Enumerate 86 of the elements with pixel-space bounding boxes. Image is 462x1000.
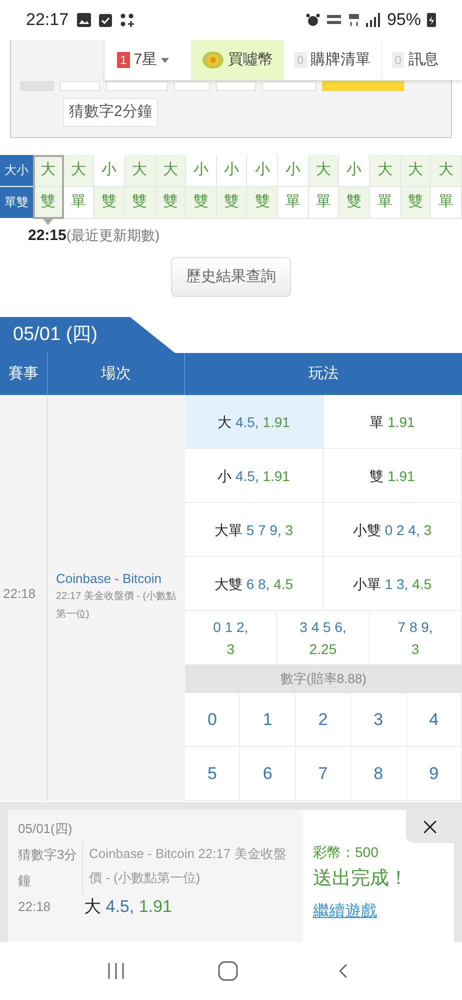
bet-option[interactable]: 雙 1.91 — [324, 449, 462, 503]
latest-time: 22:15 — [28, 226, 66, 246]
result-cell: 小 — [186, 154, 217, 186]
battery-percent: 95% — [386, 9, 421, 32]
result-column[interactable]: 大 單 — [64, 154, 94, 218]
bet-option[interactable]: 大雙 6 8, 4.5 — [185, 557, 324, 611]
digit-option[interactable]: 6 — [240, 747, 296, 801]
bet-option[interactable]: 小 4.5, 1.91 — [185, 449, 324, 503]
result-column[interactable]: 小 雙 — [339, 154, 370, 218]
digit-option[interactable]: 9 — [406, 747, 462, 801]
stake-text: 彩幣：500 — [313, 843, 380, 862]
bet-option[interactable]: 3 4 5 6, 2.25 — [277, 611, 370, 665]
digit-option[interactable]: 7 — [296, 747, 352, 801]
result-cell: 雙 — [400, 186, 432, 218]
latest-note: (最近更新期數) — [66, 226, 160, 245]
result-cell: 單 — [64, 186, 94, 218]
digits-header: 數字(賠率8.88) — [185, 665, 462, 693]
result-cell: 大 — [124, 154, 156, 186]
result-cell: 大 — [308, 154, 340, 186]
result-cell: 小 — [94, 154, 125, 186]
status-time: 22:17 — [26, 9, 69, 32]
nav-item[interactable]: 買噓幣 — [191, 40, 284, 80]
result-column[interactable]: 小 雙 — [247, 154, 278, 218]
result-cell: 小 — [216, 154, 248, 186]
result-cell: 大 — [156, 154, 186, 186]
result-cell: 雙 — [94, 186, 125, 218]
nav-item[interactable]: 1 7星 — [104, 40, 192, 80]
row-label: 大小 — [0, 154, 33, 186]
bet-option[interactable]: 大 4.5, 1.91 — [185, 395, 324, 449]
digit-option[interactable]: 1 — [240, 693, 296, 747]
result-cell: 雙 — [186, 186, 217, 218]
bet-option[interactable]: 小單 1 3, 4.5 — [324, 557, 462, 611]
result-cell: 小 — [278, 154, 309, 186]
result-column[interactable]: 大 雙 — [33, 154, 64, 218]
result-column[interactable]: 大 單 — [370, 154, 401, 218]
result-cell: 雙 — [33, 186, 64, 218]
result-cell: 大 — [64, 154, 94, 186]
result-cell: 大 — [400, 154, 432, 186]
continue-link[interactable]: 繼續遊戲 — [313, 900, 454, 924]
result-cell: 雙 — [339, 186, 370, 218]
bet-option[interactable]: 大單 5 7 9, 3 — [185, 503, 324, 557]
result-cell: 小 — [339, 154, 370, 186]
result-cell: 大 — [431, 154, 462, 186]
result-cell: 大 — [370, 154, 401, 186]
ticket-game: 猜數字3分鐘 — [18, 846, 78, 890]
history-button[interactable]: 歷史結果查詢 — [171, 257, 291, 297]
bet-option[interactable]: 7 8 9, 3 — [370, 611, 462, 665]
result-column[interactable]: 大 雙 — [124, 154, 156, 218]
ticket-pick: 大 4.5, 1.91 — [84, 896, 172, 918]
digit-option[interactable]: 4 — [406, 693, 462, 747]
row-label: 單雙 — [0, 186, 33, 218]
result-column[interactable]: 小 雙 — [94, 154, 125, 218]
result-cell: 小 — [247, 154, 278, 186]
digit-option[interactable]: 5 — [185, 747, 240, 801]
digit-option[interactable]: 8 — [351, 747, 407, 801]
category-chip[interactable]: 猜數字2分鐘 — [63, 98, 158, 126]
result-column[interactable]: 大 單 — [308, 154, 340, 218]
ticket-time: 22:18 — [18, 898, 52, 916]
bet-option[interactable]: 小雙 0 2 4, 3 — [324, 503, 462, 557]
digit-option[interactable]: 2 — [296, 693, 352, 747]
status-message: 送出完成！ — [313, 867, 409, 891]
result-cell: 大 — [33, 154, 64, 186]
digit-option[interactable]: 0 — [185, 693, 240, 747]
result-cell: 單 — [278, 186, 309, 218]
ticket-date: 05/01(四) — [18, 820, 74, 838]
result-cell: 單 — [370, 186, 401, 218]
column-header: 玩法 — [308, 364, 340, 384]
result-cell: 單 — [431, 186, 462, 218]
digit-option[interactable]: 3 — [351, 693, 407, 747]
result-column[interactable]: 大 單 — [431, 154, 462, 218]
result-cell: 雙 — [156, 186, 186, 218]
result-cell: 雙 — [124, 186, 156, 218]
result-column[interactable]: 大 雙 — [400, 154, 432, 218]
bet-option[interactable]: 單 1.91 — [324, 395, 462, 449]
result-column[interactable]: 小 雙 — [186, 154, 217, 218]
result-cell: 雙 — [247, 186, 278, 218]
count-badge: 1 — [117, 52, 130, 68]
result-cell: 雙 — [216, 186, 248, 218]
result-column[interactable]: 小 單 — [278, 154, 309, 218]
match-subtitle: 22:17 美金收盤價 - (小數點第一位) — [56, 590, 178, 622]
result-cell: 單 — [308, 186, 340, 218]
bet-option[interactable]: 0 1 2, 3 — [185, 611, 278, 665]
result-column[interactable]: 大 雙 — [156, 154, 186, 218]
match-time: 22:18 — [2, 585, 36, 604]
result-column[interactable]: 小 雙 — [216, 154, 248, 218]
match-title: Coinbase - Bitcoin — [56, 570, 162, 588]
